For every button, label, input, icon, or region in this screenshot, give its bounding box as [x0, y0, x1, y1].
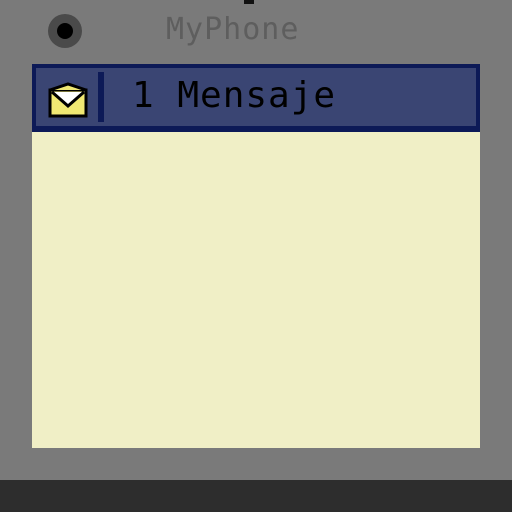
top-indicator — [244, 0, 254, 4]
mail-envelope-icon — [48, 82, 88, 118]
notification-text: 1 Mensaje — [132, 75, 337, 116]
phone-body: MyPhone 1 Mensaje — [0, 0, 512, 480]
bottom-bar — [0, 480, 512, 512]
phone-screen: 1 Mensaje — [32, 64, 480, 448]
notification-divider — [98, 72, 104, 122]
message-notification[interactable]: 1 Mensaje — [32, 64, 480, 132]
brand-label: MyPhone — [166, 12, 300, 47]
notification-icon-cell — [36, 68, 100, 128]
camera-icon — [48, 14, 82, 48]
